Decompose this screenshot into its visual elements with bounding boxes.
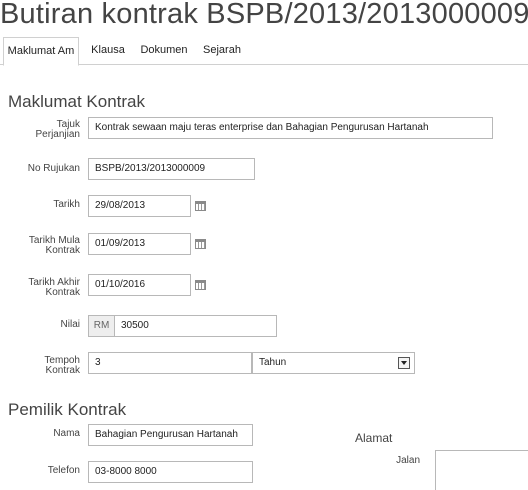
nama-label: Nama bbox=[53, 428, 80, 439]
tab-maklumat-am[interactable]: Maklumat Am bbox=[3, 37, 79, 66]
jalan-textarea[interactable] bbox=[435, 450, 528, 490]
tarikh-calendar-button[interactable] bbox=[191, 195, 209, 217]
section-heading-maklumat-kontrak: Maklumat Kontrak bbox=[8, 92, 145, 111]
nilai-currency-prefix: RM bbox=[88, 315, 114, 337]
tempoh-label-line2: Kontrak bbox=[45, 365, 80, 376]
tarikh-mula-input[interactable]: 01/09/2013 bbox=[88, 233, 191, 255]
tarikh-akhir-input[interactable]: 01/10/2016 bbox=[88, 274, 191, 296]
tarikh-akhir-label-line2: Kontrak bbox=[45, 287, 80, 298]
chevron-down-icon[interactable] bbox=[398, 357, 410, 369]
no-rujukan-label: No Rujukan bbox=[27, 163, 80, 174]
calendar-icon bbox=[194, 239, 206, 249]
tab-bar: Maklumat Am Klausa Dokumen Sejarah bbox=[0, 37, 528, 66]
contract-details-page: Butiran kontrak BSPB/2013/2013000009 Mak… bbox=[0, 0, 528, 490]
calendar-icon bbox=[194, 280, 206, 290]
tarikh-mula-label-line2: Kontrak bbox=[45, 245, 80, 256]
nilai-label: Nilai bbox=[60, 319, 80, 330]
tempoh-unit-select[interactable]: Tahun bbox=[252, 352, 415, 374]
tarikh-akhir-calendar-button[interactable] bbox=[191, 274, 209, 296]
section-heading-pemilik-kontrak: Pemilik Kontrak bbox=[8, 400, 127, 419]
telefon-label: Telefon bbox=[47, 465, 80, 476]
tarikh-label: Tarikh bbox=[53, 199, 80, 210]
nama-input[interactable]: Bahagian Pengurusan Hartanah bbox=[88, 424, 253, 446]
jalan-label: Jalan bbox=[396, 455, 420, 466]
tab-dokumen[interactable]: Dokumen bbox=[138, 37, 190, 65]
nilai-input[interactable]: 30500 bbox=[114, 315, 277, 337]
tab-sejarah[interactable]: Sejarah bbox=[200, 37, 244, 65]
alamat-heading: Alamat bbox=[355, 431, 393, 445]
tarikh-input[interactable]: 29/08/2013 bbox=[88, 195, 191, 217]
tempoh-unit-selected-value: Tahun bbox=[259, 357, 287, 368]
no-rujukan-input[interactable]: BSPB/2013/2013000009 bbox=[88, 158, 255, 180]
page-title: Butiran kontrak BSPB/2013/2013000009 bbox=[0, 0, 528, 30]
tajuk-perjanjian-input[interactable]: Kontrak sewaan maju teras enterprise dan… bbox=[88, 117, 493, 139]
telefon-input[interactable]: 03-8000 8000 bbox=[88, 461, 253, 483]
calendar-icon bbox=[194, 201, 206, 211]
tab-klausa[interactable]: Klausa bbox=[86, 37, 130, 65]
tajuk-label-line2: Perjanjian bbox=[35, 129, 80, 140]
tempoh-input[interactable]: 3 bbox=[88, 352, 252, 374]
tarikh-mula-calendar-button[interactable] bbox=[191, 233, 209, 255]
